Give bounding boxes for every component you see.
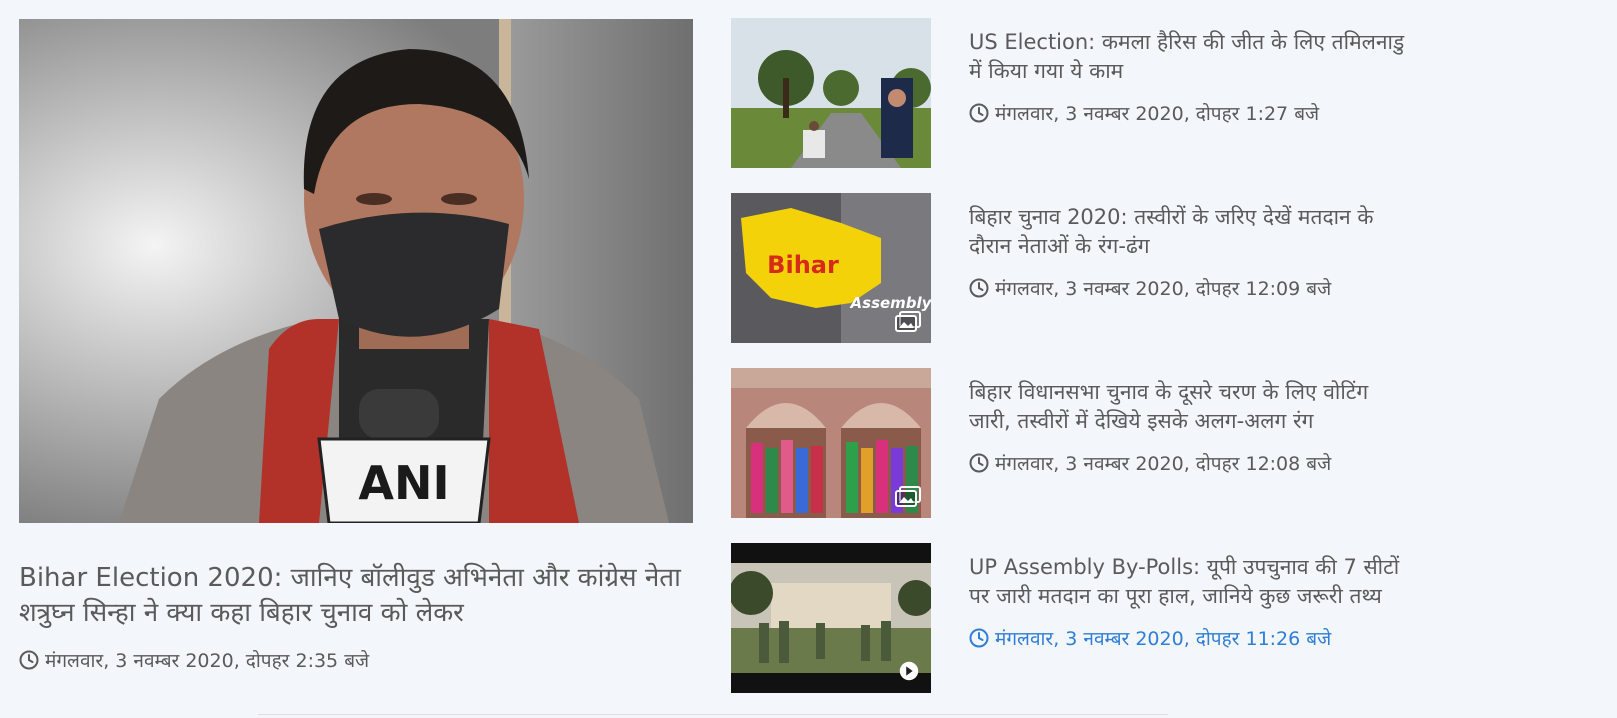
- list-item[interactable]: UP Assembly By-Polls: यूपी उपचुनाव की 7 …: [731, 543, 1411, 693]
- gallery-icon: [895, 486, 921, 507]
- item-title[interactable]: बिहार विधानसभा चुनाव के दूसरे चरण के लिए…: [969, 378, 1409, 436]
- featured-image[interactable]: ANI: [19, 19, 693, 523]
- thumbnail[interactable]: Bihar Assembly: [731, 193, 931, 343]
- gallery-icon: [895, 311, 921, 332]
- item-timestamp: मंगलवार, 3 नवम्बर 2020, दोपहर 12:09 बजे: [969, 275, 1409, 301]
- clock-icon: [969, 453, 989, 473]
- list-item[interactable]: US Election: कमला हैरिस की जीत के लिए तम…: [731, 18, 1411, 168]
- clock-icon: [19, 650, 39, 670]
- list-item[interactable]: Bihar Assembly बिहार चुनाव 2020: तस्वीरो…: [731, 193, 1411, 343]
- timestamp-text: मंगलवार, 3 नवम्बर 2020, दोपहर 2:35 बजे: [45, 650, 370, 672]
- featured-timestamp: मंगलवार, 3 नवम्बर 2020, दोपहर 2:35 बजे: [19, 647, 693, 673]
- item-timestamp[interactable]: मंगलवार, 3 नवम्बर 2020, दोपहर 11:26 बजे: [969, 625, 1409, 651]
- featured-title[interactable]: Bihar Election 2020: जानिए बॉलीवुड अभिने…: [19, 561, 693, 631]
- thumbnail[interactable]: [731, 543, 931, 693]
- timestamp-text: मंगलवार, 3 नवम्बर 2020, दोपहर 11:26 बजे: [995, 628, 1332, 650]
- item-title[interactable]: UP Assembly By-Polls: यूपी उपचुनाव की 7 …: [969, 553, 1409, 611]
- thumbnail-road-scene: [731, 18, 931, 168]
- item-title[interactable]: बिहार चुनाव 2020: तस्वीरों के जरिए देखें…: [969, 203, 1409, 261]
- clock-icon: [969, 628, 989, 648]
- clock-icon: [969, 103, 989, 123]
- timestamp-text: मंगलवार, 3 नवम्बर 2020, दोपहर 12:09 बजे: [995, 278, 1332, 300]
- list-item[interactable]: बिहार विधानसभा चुनाव के दूसरे चरण के लिए…: [731, 368, 1411, 518]
- bihar-label: Bihar: [767, 251, 839, 279]
- ani-logo-text: ANI: [358, 456, 449, 510]
- clock-icon: [969, 278, 989, 298]
- play-icon: [899, 661, 919, 681]
- item-timestamp: मंगलवार, 3 नवम्बर 2020, दोपहर 12:08 बजे: [969, 450, 1409, 476]
- timestamp-text: मंगलवार, 3 नवम्बर 2020, दोपहर 1:27 बजे: [995, 103, 1320, 125]
- divider: [258, 714, 1168, 715]
- featured-article[interactable]: ANI Bihar Election 2020: जानिए बॉलीवुड अ…: [19, 19, 693, 673]
- thumbnail[interactable]: [731, 368, 931, 518]
- timestamp-text: मंगलवार, 3 नवम्बर 2020, दोपहर 12:08 बजे: [995, 453, 1332, 475]
- featured-photo: ANI: [19, 19, 693, 523]
- item-title[interactable]: US Election: कमला हैरिस की जीत के लिए तम…: [969, 28, 1409, 86]
- thumbnail[interactable]: [731, 18, 931, 168]
- news-section: ANI Bihar Election 2020: जानिए बॉलीवुड अ…: [0, 0, 1617, 718]
- assembly-label: Assembly: [850, 294, 931, 312]
- item-timestamp: मंगलवार, 3 नवम्बर 2020, दोपहर 1:27 बजे: [969, 100, 1409, 126]
